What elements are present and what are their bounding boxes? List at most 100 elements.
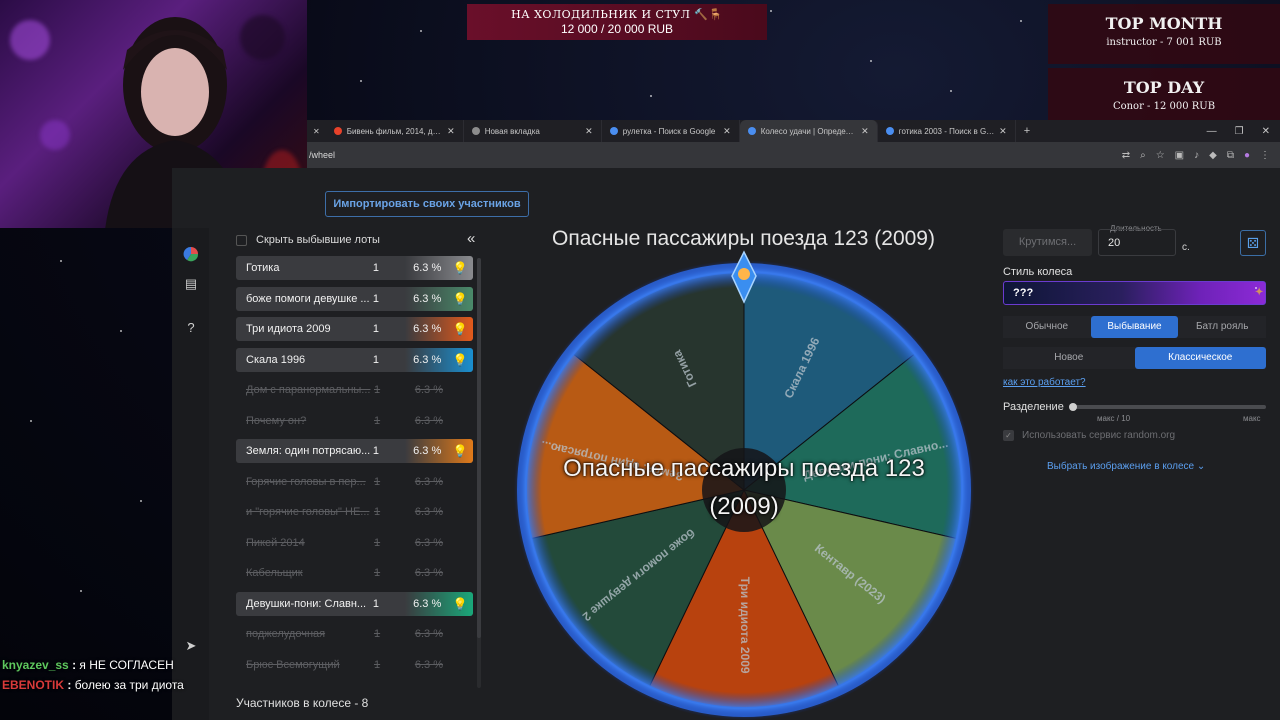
lot-row[interactable]: Горячие головы в пер... 1 6.3 % [236,470,473,494]
top-day-box: TOP DAY Conor - 12 000 RUB [1048,68,1280,128]
lot-row[interactable]: Три идиота 2009 1 6.3 % 💡 [236,317,473,341]
hide-eliminated-checkbox[interactable] [236,234,247,246]
extension-icon[interactable]: ▣ [1175,150,1184,161]
lot-percent: 6.3 % [414,536,443,549]
lightbulb-icon[interactable]: 💡 [447,592,473,616]
browser-tab[interactable]: готика 2003 - Поиск в Google ✕ [878,120,1016,142]
close-tab-icon[interactable]: ✕ [861,126,869,137]
close-tab-icon[interactable]: ✕ [307,127,326,136]
lot-percent: 6.3 % [413,262,442,274]
lot-row[interactable]: Почему он? 1 6.3 % [236,409,473,433]
mode-option[interactable]: Батл рояль [1178,316,1266,338]
audio-icon[interactable]: ♪ [1194,150,1199,161]
split-slider[interactable] [1069,403,1266,411]
top-day-entry: Conor - 12 000 RUB [1112,101,1216,112]
lot-name: Три идиота 2009 [246,323,331,335]
tab-label: Новая вкладка [484,126,540,136]
choose-image-dropdown[interactable]: Выбрать изображение в колесе ⌄ [1047,461,1205,472]
close-tab-icon[interactable]: ✕ [585,126,593,137]
close-window-icon[interactable]: ✕ [1262,126,1270,137]
dice-icon[interactable]: ⚄ [1240,230,1266,256]
browser-tab-bar: ✕ Бивень фильм, 2014, дата вых ✕ Новая вк… [307,120,1280,142]
lot-row[interactable]: Скала 1996 1 6.3 % 💡 [236,347,473,372]
menu-icon[interactable]: ⋮ [1260,150,1270,161]
lot-name: Брюс Всемогущий [246,658,340,671]
wheel-style-select[interactable]: ??? ✦ [1003,281,1266,305]
lot-row[interactable]: Дом с паранормальны... 1 6.3 % [236,378,473,402]
wheel-style-label: Стиль колеса [1003,266,1073,278]
tab-label: Бивень фильм, 2014, дата вых [346,126,443,136]
top-day-title: TOP DAY [1123,78,1205,97]
lot-row[interactable]: Готика 1 6.3 % 💡 [236,256,473,280]
minimize-icon[interactable]: — [1207,126,1217,137]
zoom-icon[interactable]: ⌕ [1140,150,1146,161]
lot-name: боже помоги девушке ... [246,292,370,305]
top-month-box: TOP MONTH instructor - 7 001 RUB [1048,4,1280,64]
puzzle-icon[interactable]: ⧉ [1227,150,1234,161]
help-icon[interactable]: ? [183,320,199,336]
lot-count: 1 [372,353,379,366]
split-label: Разделение [1003,401,1064,413]
lot-row[interactable]: Пикей 2014 1 6.3 % [236,531,473,555]
lightbulb-icon[interactable]: 💡 [447,256,473,280]
wheel-kind-option[interactable]: Классическое [1134,347,1266,369]
browser-tab-active[interactable]: Колесо удачи | Определите п ✕ [739,120,878,142]
lot-count: 1 [374,567,381,579]
chat-text: я НЕ СОГЛАСЕН [79,658,174,672]
participants-count: Участников в колесе - 8 [236,696,369,710]
chat-username: EBENOTIK [2,678,65,692]
url-text[interactable]: /wheel [309,150,335,160]
close-tab-icon[interactable]: ✕ [723,126,731,137]
lightbulb-icon[interactable]: 💡 [447,317,473,341]
mode-option[interactable]: Обычное [1003,316,1091,338]
lot-row[interactable]: и "горячие головы" НЕ... 1 6.3 % [236,500,473,524]
hide-eliminated-toggle[interactable]: Скрыть выбывшие лоты [236,231,481,249]
close-tab-icon[interactable]: ✕ [447,126,455,137]
favicon-icon [471,127,480,135]
pie-chart-icon[interactable] [183,246,199,262]
lot-row[interactable]: Кабельщик 1 6.3 % [236,561,473,585]
collapse-panel-icon[interactable]: « [467,230,475,247]
mode-option[interactable]: Выбывание [1090,316,1179,338]
random-org-checkbox[interactable]: ✓ [1003,430,1014,441]
random-org-option[interactable]: ✓ Использовать сервис random.org [1003,430,1175,441]
profile-avatar-icon[interactable]: ● [1244,150,1250,161]
clipboard-icon[interactable]: ▤ [183,276,199,292]
lightbulb-icon[interactable]: 💡 [447,439,473,463]
lot-row[interactable]: поджелудочная 1 6.3 % [236,622,473,646]
browser-tab[interactable]: Новая вкладка ✕ [464,120,602,142]
lots-scrollbar[interactable] [477,258,481,688]
lot-row[interactable]: Брюс Всемогущий 1 6.3 % [236,653,473,677]
spin-button[interactable]: Крутимся... [1003,229,1092,256]
lot-name: Готика [246,262,280,274]
duration-input[interactable]: 20 [1098,229,1176,256]
address-bar[interactable]: /wheel ⇄ ⌕ ☆ ▣ ♪ ◆ ⧉ ● ⋮ [307,142,1280,168]
browser-tab[interactable]: Бивень фильм, 2014, дата вых ✕ [326,120,464,142]
telegram-icon[interactable]: ➤ [183,638,199,654]
lot-row[interactable]: Девушки-пони: Славн... 1 6.3 % 💡 [236,591,473,616]
browser-tab[interactable]: рулетка - Поиск в Google ✕ [602,120,740,142]
stream-chat: knyazev_ss : я НЕ СОГЛАСЕН EBENOTIK : бо… [2,655,212,695]
import-participants-button[interactable]: Импортировать своих участников [325,191,529,217]
lot-count: 1 [374,384,381,396]
chat-message: knyazev_ss : я НЕ СОГЛАСЕН [2,658,174,672]
new-tab-icon[interactable]: + [1016,125,1038,137]
slider-knob[interactable] [1069,403,1077,411]
chat-message: EBENOTIK : болею за три диота [2,678,184,692]
lightbulb-icon[interactable]: 💡 [447,287,473,311]
maximize-icon[interactable]: ❐ [1235,126,1244,137]
favicon-icon [747,127,756,135]
lot-count: 1 [374,628,381,640]
bookmark-star-icon[interactable]: ☆ [1156,150,1165,161]
translate-icon[interactable]: ⇄ [1122,150,1130,161]
lightbulb-icon[interactable]: 💡 [447,348,473,372]
lot-percent: 6.3 % [414,475,443,488]
lot-row[interactable]: боже помоги девушке ... 1 6.3 % 💡 [236,286,473,311]
how-it-works-link[interactable]: как это работает? [1003,377,1086,388]
close-tab-icon[interactable]: ✕ [999,126,1007,137]
wheel-kind-option[interactable]: Новое [1003,347,1135,369]
lot-row[interactable]: Земля: один потрясаю... 1 6.3 % 💡 [236,439,473,463]
lot-count: 1 [372,323,379,335]
lot-name: Пикей 2014 [246,536,305,549]
extension-icon[interactable]: ◆ [1209,150,1217,161]
